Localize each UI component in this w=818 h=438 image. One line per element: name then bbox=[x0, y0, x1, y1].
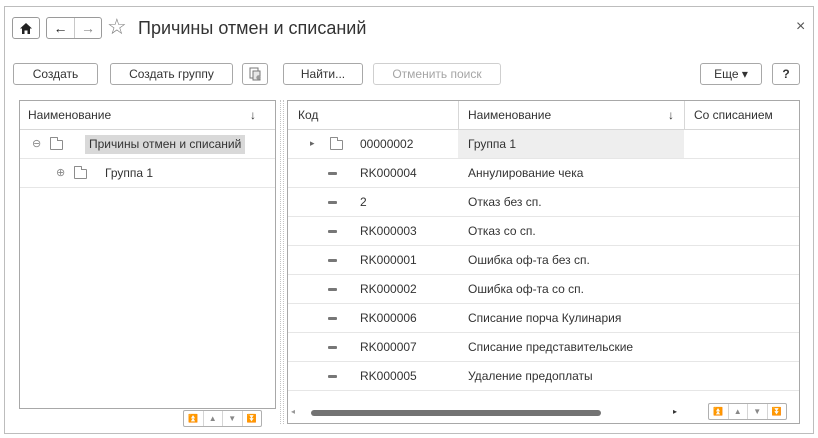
scroll-up-icon[interactable]: ▲ bbox=[202, 411, 223, 426]
item-icon bbox=[328, 346, 337, 349]
cell-code: RK000003 bbox=[360, 224, 417, 238]
cell-name: Списание представительские bbox=[468, 340, 634, 354]
cell-name: Аннулирование чека bbox=[468, 166, 584, 180]
create-group-button[interactable]: Создать группу bbox=[110, 63, 233, 85]
table-header: Код Наименование ↓ Со списанием bbox=[288, 101, 799, 130]
scroll-last-icon[interactable]: ⏬ bbox=[766, 404, 787, 419]
cell-code: 00000002 bbox=[360, 137, 414, 151]
star-icon[interactable]: ☆ bbox=[107, 14, 127, 40]
column-header-writeoff[interactable]: Со списанием bbox=[694, 101, 773, 130]
tree-item[interactable]: ⊖ Причины отмен и списаний bbox=[20, 130, 275, 159]
folder-icon bbox=[74, 166, 87, 179]
scroll-up-icon[interactable]: ▲ bbox=[727, 404, 748, 419]
list-scroll-nav: ⏫ ▲ ▼ ⏬ bbox=[708, 403, 787, 420]
items-table[interactable]: Код Наименование ↓ Со списанием ▸ 000000… bbox=[287, 100, 800, 424]
cell-code: RK000002 bbox=[360, 282, 417, 296]
item-icon bbox=[328, 375, 337, 378]
arrow-left-icon: ← bbox=[53, 20, 68, 36]
column-divider bbox=[684, 101, 685, 130]
scroll-first-icon[interactable]: ⏫ bbox=[184, 411, 203, 426]
column-divider bbox=[458, 101, 459, 130]
panel-splitter[interactable] bbox=[280, 100, 284, 424]
folder-icon bbox=[330, 137, 343, 150]
folder-icon bbox=[50, 137, 63, 150]
tree-header: Наименование ↓ bbox=[20, 101, 275, 130]
table-row[interactable]: 2 Отказ без сп. bbox=[288, 188, 799, 217]
help-button[interactable]: ? bbox=[772, 63, 800, 85]
scroll-down-icon[interactable]: ▼ bbox=[747, 404, 767, 419]
item-icon bbox=[328, 259, 337, 262]
sort-down-icon: ↓ bbox=[250, 108, 256, 122]
cell-code: RK000001 bbox=[360, 253, 417, 267]
create-button[interactable]: Создать bbox=[13, 63, 98, 85]
back-button[interactable]: ← bbox=[47, 18, 74, 38]
cell-name: Списание порча Кулинария bbox=[468, 311, 622, 325]
collapse-icon[interactable]: ⊖ bbox=[32, 138, 41, 150]
expand-arrow-icon[interactable]: ▸ bbox=[310, 137, 315, 149]
tree-header-name[interactable]: Наименование bbox=[28, 101, 111, 130]
table-row[interactable]: RK000002 Ошибка оф-та со сп. bbox=[288, 275, 799, 304]
home-button[interactable] bbox=[12, 17, 40, 39]
tree-item[interactable]: ⊕ Группа 1 bbox=[20, 159, 275, 188]
table-row[interactable]: RK000007 Списание представительские bbox=[288, 333, 799, 362]
back-forward-group: ← → bbox=[46, 17, 102, 39]
table-row[interactable]: RK000001 Ошибка оф-та без сп. bbox=[288, 246, 799, 275]
column-header-name[interactable]: Наименование bbox=[468, 101, 551, 130]
table-row[interactable]: RK000003 Отказ со сп. bbox=[288, 217, 799, 246]
horizontal-scrollbar[interactable] bbox=[298, 410, 680, 416]
cell-name: Группа 1 bbox=[468, 137, 517, 151]
cell-name: Ошибка оф-та со сп. bbox=[468, 282, 584, 296]
cell-code: RK000005 bbox=[360, 369, 417, 383]
item-icon bbox=[328, 201, 337, 204]
close-icon[interactable]: × bbox=[796, 18, 805, 36]
cell-name: Отказ со сп. bbox=[468, 224, 536, 238]
find-button[interactable]: Найти... bbox=[283, 63, 363, 85]
item-icon bbox=[328, 172, 337, 175]
scroll-left-icon[interactable]: ◂ bbox=[291, 406, 295, 418]
cell-code: 2 bbox=[360, 195, 367, 209]
item-icon bbox=[328, 288, 337, 291]
copy-button[interactable] bbox=[242, 63, 268, 85]
page-title: Причины отмен и списаний bbox=[138, 18, 367, 38]
scroll-first-icon[interactable]: ⏫ bbox=[709, 404, 728, 419]
cell-code: RK000004 bbox=[360, 166, 417, 180]
table-row[interactable]: RK000006 Списание порча Кулинария bbox=[288, 304, 799, 333]
cell-name: Ошибка оф-та без сп. bbox=[468, 253, 590, 267]
tree-scroll-nav: ⏫ ▲ ▼ ⏬ bbox=[183, 410, 262, 427]
tree-item-label: Причины отмен и списаний bbox=[85, 135, 246, 154]
scroll-last-icon[interactable]: ⏬ bbox=[241, 411, 262, 426]
column-header-code[interactable]: Код bbox=[298, 101, 318, 130]
item-icon bbox=[328, 317, 337, 320]
cancel-search-button[interactable]: Отменить поиск bbox=[373, 63, 501, 85]
scrollbar-thumb[interactable] bbox=[311, 410, 601, 416]
table-row[interactable]: RK000005 Удаление предоплаты bbox=[288, 362, 799, 391]
more-button[interactable]: Еще ▾ bbox=[700, 63, 762, 85]
scroll-right-icon[interactable]: ▸ bbox=[673, 406, 677, 418]
tree-item-label: Группа 1 bbox=[105, 166, 154, 180]
cell-code: RK000006 bbox=[360, 311, 417, 325]
scroll-down-icon[interactable]: ▼ bbox=[222, 411, 242, 426]
arrow-right-icon: → bbox=[80, 20, 95, 36]
expand-icon[interactable]: ⊕ bbox=[56, 167, 65, 179]
sort-down-icon: ↓ bbox=[668, 108, 674, 122]
cell-name: Удаление предоплаты bbox=[468, 369, 593, 383]
forward-button[interactable]: → bbox=[73, 18, 101, 38]
table-row[interactable]: ▸ 00000002 Группа 1 bbox=[288, 130, 799, 159]
copy-icon bbox=[249, 67, 261, 81]
item-icon bbox=[328, 230, 337, 233]
cell-code: RK000007 bbox=[360, 340, 417, 354]
group-tree[interactable]: Наименование ↓ ⊖ Причины отмен и списани… bbox=[19, 100, 276, 409]
cell-name: Отказ без сп. bbox=[468, 195, 542, 209]
table-row[interactable]: RK000004 Аннулирование чека bbox=[288, 159, 799, 188]
home-icon bbox=[20, 22, 32, 34]
